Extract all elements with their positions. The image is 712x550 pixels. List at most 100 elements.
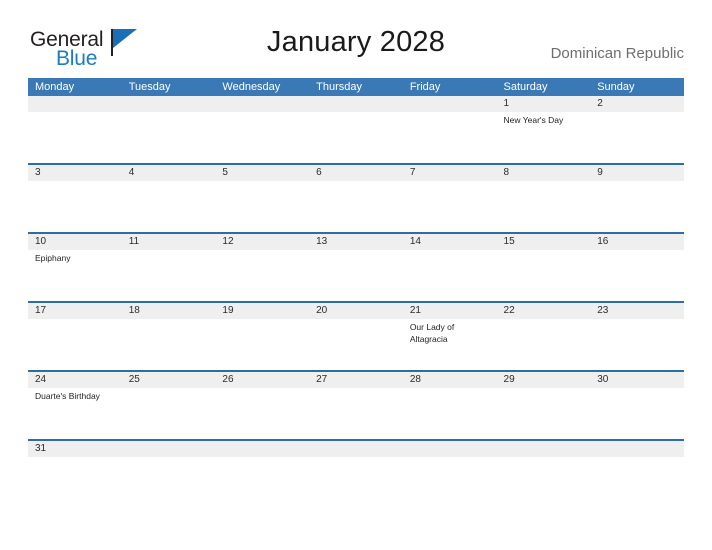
day-event xyxy=(309,181,403,232)
day-header-tuesday: Tuesday xyxy=(128,81,171,93)
day-event xyxy=(497,319,591,370)
day-event xyxy=(497,250,591,301)
day-event xyxy=(403,112,497,163)
day-number[interactable] xyxy=(215,96,309,112)
day-number[interactable]: 20 xyxy=(309,303,403,319)
day-number[interactable]: 29 xyxy=(497,372,591,388)
day-number[interactable] xyxy=(122,96,216,112)
day-event xyxy=(309,112,403,163)
day-header-sunday: Sunday xyxy=(597,81,635,93)
day-number[interactable]: 1 xyxy=(497,96,591,112)
day-header-wednesday: Wednesday xyxy=(222,81,281,93)
day-event xyxy=(215,388,309,439)
week-row: 24 25 26 27 28 29 30 Duarte's Birthday xyxy=(28,370,684,439)
day-number[interactable]: 17 xyxy=(28,303,122,319)
day-event xyxy=(497,457,591,471)
day-number[interactable]: 15 xyxy=(497,234,591,250)
day-event xyxy=(309,319,403,370)
day-number[interactable]: 18 xyxy=(122,303,216,319)
calendar-page: General Blue January 2028 Dominican Repu… xyxy=(0,0,712,550)
day-event xyxy=(497,181,591,232)
week-date-strip: 3 4 5 6 7 8 9 xyxy=(28,165,684,181)
day-header-saturday: Saturday xyxy=(503,81,548,93)
day-event xyxy=(403,181,497,232)
day-event xyxy=(590,388,684,439)
day-number[interactable]: 19 xyxy=(215,303,309,319)
day-event xyxy=(122,112,216,163)
day-number[interactable]: 23 xyxy=(590,303,684,319)
page-header: General Blue January 2028 Dominican Repu… xyxy=(0,0,712,76)
day-number[interactable] xyxy=(497,441,591,457)
day-event xyxy=(590,457,684,471)
week-date-strip: 24 25 26 27 28 29 30 xyxy=(28,372,684,388)
week-row: 1 2 New Year's Day xyxy=(28,96,684,163)
day-number[interactable] xyxy=(309,96,403,112)
day-number[interactable]: 6 xyxy=(309,165,403,181)
week-row: 17 18 19 20 21 22 23 Our Lady of Altagra… xyxy=(28,301,684,370)
day-event xyxy=(122,457,216,471)
day-event xyxy=(215,112,309,163)
day-number[interactable]: 13 xyxy=(309,234,403,250)
day-number[interactable] xyxy=(309,441,403,457)
day-header-friday: Friday xyxy=(409,81,441,93)
day-number[interactable]: 2 xyxy=(590,96,684,112)
day-number[interactable]: 11 xyxy=(122,234,216,250)
day-event xyxy=(403,388,497,439)
day-event xyxy=(590,319,684,370)
week-event-strip: Epiphany xyxy=(28,250,684,301)
day-number[interactable]: 26 xyxy=(215,372,309,388)
day-number[interactable]: 3 xyxy=(28,165,122,181)
week-row: 10 11 12 13 14 15 16 Epiphany xyxy=(28,232,684,301)
day-number[interactable] xyxy=(28,96,122,112)
day-number[interactable]: 28 xyxy=(403,372,497,388)
day-number[interactable]: 9 xyxy=(590,165,684,181)
day-number[interactable]: 10 xyxy=(28,234,122,250)
day-number[interactable]: 24 xyxy=(28,372,122,388)
day-event xyxy=(28,319,122,370)
week-event-strip: Duarte's Birthday xyxy=(28,388,684,439)
day-event xyxy=(590,112,684,163)
day-number[interactable]: 21 xyxy=(403,303,497,319)
day-number[interactable]: 4 xyxy=(122,165,216,181)
day-number[interactable]: 5 xyxy=(215,165,309,181)
day-number[interactable]: 30 xyxy=(590,372,684,388)
day-number[interactable] xyxy=(403,441,497,457)
week-date-strip: 1 2 xyxy=(28,96,684,112)
day-event xyxy=(28,112,122,163)
week-date-strip: 31 xyxy=(28,441,684,457)
day-number[interactable]: 16 xyxy=(590,234,684,250)
day-number[interactable] xyxy=(403,96,497,112)
day-event: Our Lady of Altagracia xyxy=(409,322,455,344)
day-number[interactable]: 8 xyxy=(497,165,591,181)
day-event: Epiphany xyxy=(35,253,71,263)
week-event-strip xyxy=(28,181,684,232)
day-number[interactable]: 7 xyxy=(403,165,497,181)
day-event xyxy=(28,457,122,471)
day-event xyxy=(590,181,684,232)
day-event xyxy=(28,181,122,232)
day-event xyxy=(590,250,684,301)
day-event xyxy=(215,250,309,301)
week-event-strip xyxy=(28,457,684,471)
day-number[interactable] xyxy=(215,441,309,457)
day-number[interactable]: 22 xyxy=(497,303,591,319)
week-event-strip: New Year's Day xyxy=(28,112,684,163)
day-number[interactable]: 12 xyxy=(215,234,309,250)
calendar-grid: Monday Tuesday Wednesday Thursday Friday… xyxy=(28,78,684,471)
day-number[interactable]: 31 xyxy=(28,441,122,457)
week-date-strip: 17 18 19 20 21 22 23 xyxy=(28,303,684,319)
day-number[interactable]: 27 xyxy=(309,372,403,388)
day-number[interactable] xyxy=(590,441,684,457)
day-event xyxy=(122,250,216,301)
day-number[interactable]: 25 xyxy=(122,372,216,388)
day-event xyxy=(122,388,216,439)
day-event xyxy=(403,250,497,301)
day-event xyxy=(309,388,403,439)
day-number[interactable]: 14 xyxy=(403,234,497,250)
day-event xyxy=(403,457,497,471)
week-date-strip: 10 11 12 13 14 15 16 xyxy=(28,234,684,250)
day-number[interactable] xyxy=(122,441,216,457)
region-label: Dominican Republic xyxy=(550,45,684,62)
week-row: 3 4 5 6 7 8 9 xyxy=(28,163,684,232)
day-event xyxy=(215,457,309,471)
